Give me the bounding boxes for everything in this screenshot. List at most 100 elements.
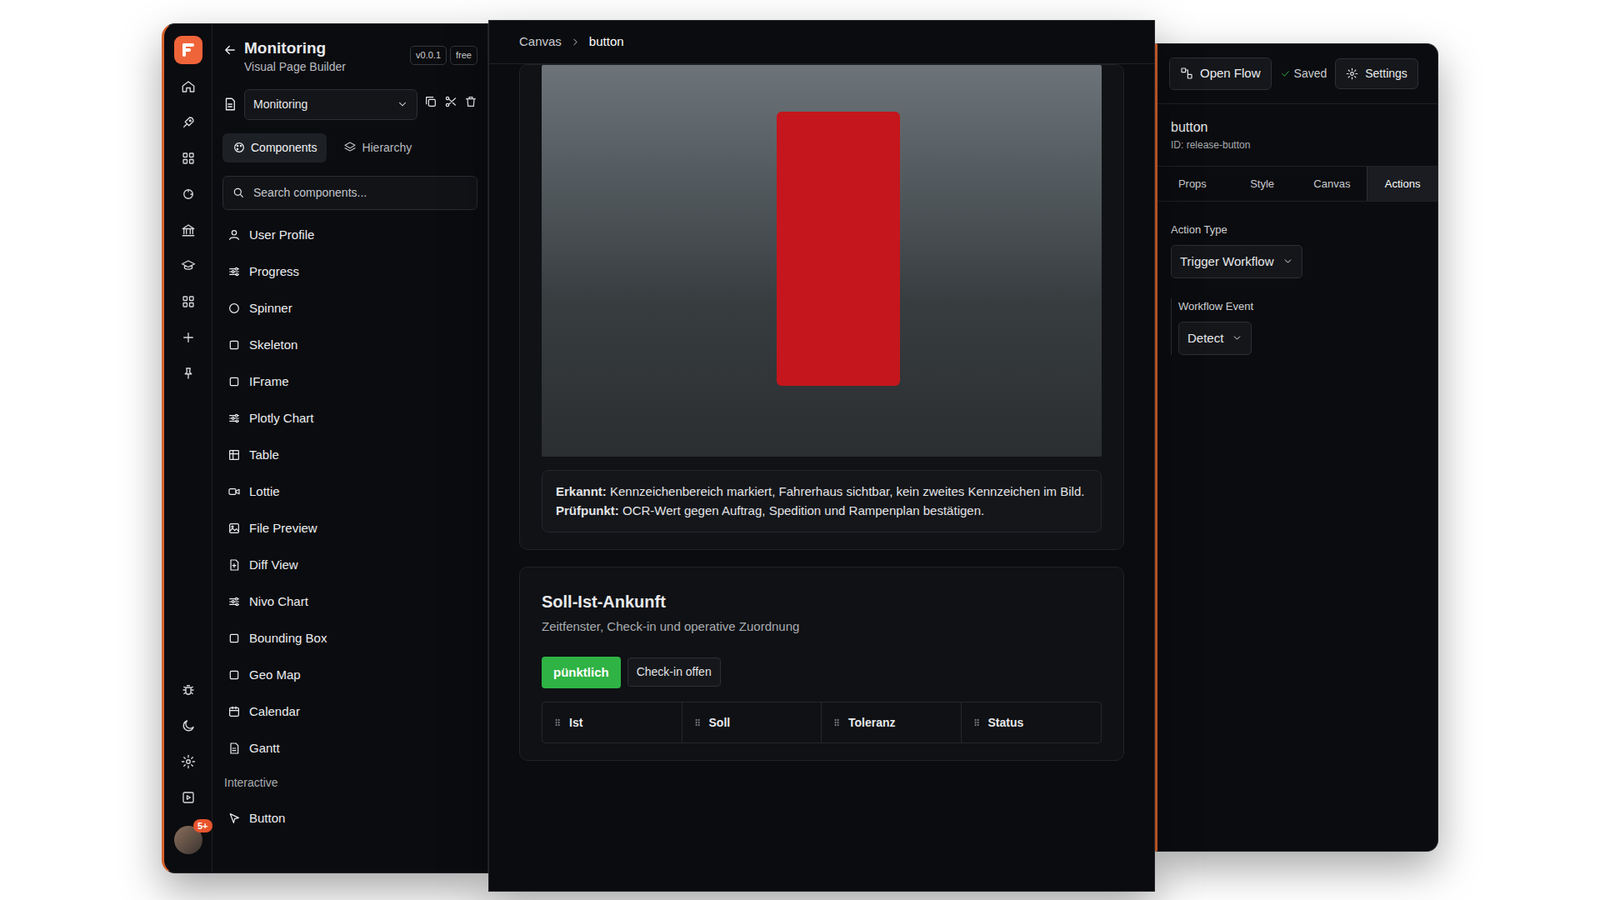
tab-label: Components: [250, 139, 317, 157]
page-subtitle: Visual Page Builder: [244, 58, 404, 76]
panel-tabs: Components Hierarchy: [222, 133, 478, 163]
components-panel: MonitoringVisual Page Builderv0.0.1freeM…: [212, 24, 488, 873]
icon-rail: 5+: [164, 24, 213, 873]
bank-button[interactable]: [180, 222, 196, 244]
component-item[interactable]: IFrame: [222, 363, 478, 400]
status-icon: [180, 186, 196, 202]
back-arrow-icon: [222, 42, 238, 58]
title-block: MonitoringVisual Page Builder: [244, 39, 404, 76]
component-item[interactable]: Button: [222, 800, 478, 837]
home-button[interactable]: [180, 79, 196, 100]
component-label: Bounding Box: [249, 629, 327, 649]
scissors-icon: [444, 95, 458, 109]
page-select[interactable]: Monitoring: [244, 89, 418, 120]
cut-button[interactable]: [444, 94, 458, 115]
preview-button[interactable]: [180, 790, 196, 811]
component-item[interactable]: Gantt: [222, 730, 478, 767]
version-tag: v0.0.1: [410, 45, 447, 65]
property-tabs: PropsStyleCanvasActions: [1157, 166, 1438, 203]
status-badge: pünktlich: [541, 656, 621, 690]
debug-button[interactable]: [180, 682, 196, 704]
debug-icon: [180, 682, 196, 698]
back-button[interactable]: [222, 39, 238, 64]
column-label: Toleranz: [848, 714, 896, 732]
column-label: Status: [988, 714, 1025, 732]
component-item[interactable]: Skeleton: [222, 326, 478, 364]
breadcrumb-item[interactable]: Canvas: [519, 32, 562, 52]
component-item[interactable]: Bounding Box: [222, 620, 478, 657]
notification-badge: 5+: [193, 819, 213, 833]
settings-button[interactable]: Settings: [1335, 58, 1419, 90]
component-label: File Preview: [249, 519, 318, 539]
component-label: Diff View: [249, 555, 299, 575]
learn-button[interactable]: [180, 258, 196, 280]
tags: v0.0.1free: [410, 39, 478, 65]
delete-button[interactable]: [464, 94, 478, 115]
drag-handle-icon: [971, 717, 982, 728]
property-tab[interactable]: Style: [1227, 166, 1298, 202]
status-badge: Check-in offen: [627, 657, 721, 687]
theme-button[interactable]: [180, 718, 196, 740]
component-item[interactable]: Geo Map: [222, 656, 478, 694]
property-tab[interactable]: Props: [1157, 166, 1228, 202]
component-item[interactable]: User Profile: [222, 216, 478, 254]
copy-button[interactable]: [424, 94, 438, 115]
user-avatar[interactable]: 5+: [174, 825, 203, 855]
chevron-down-icon: [1282, 255, 1294, 267]
breadcrumb: Canvas button: [489, 20, 1155, 65]
component-item[interactable]: Progress: [222, 253, 478, 290]
properties-window: Open FlowSavedSettingsbuttonID: release-…: [1155, 43, 1439, 852]
component-item[interactable]: Calendar: [222, 693, 478, 730]
component-icon: [227, 741, 241, 755]
card-subtitle: Zeitfenster, Check-in und operative Zuor…: [541, 617, 1102, 637]
select-value: Detect: [1187, 329, 1224, 349]
rocket-button[interactable]: [180, 115, 196, 136]
gear-button[interactable]: [180, 754, 196, 775]
component-list: User Profile Progress SpinnerSkeletonIFram…: [222, 216, 478, 837]
drag-handle-icon: [552, 717, 563, 728]
palette-icon: [232, 140, 246, 155]
caption-text: Kennzeichenbereich markiert, Fahrerhaus …: [610, 484, 1085, 499]
panel-tab[interactable]: Hierarchy: [333, 133, 422, 163]
open-flow-button[interactable]: Open Flow: [1169, 57, 1272, 90]
panel-tab[interactable]: Components: [222, 133, 327, 163]
component-icon: [227, 375, 241, 389]
pin-button[interactable]: [180, 365, 196, 387]
flow-icon: [1180, 66, 1194, 80]
page-row: Monitoring: [222, 89, 478, 120]
apps-button[interactable]: [180, 150, 196, 172]
logo-icon[interactable]: [174, 35, 203, 65]
tab-label: Hierarchy: [361, 139, 412, 157]
table-header[interactable]: Soll: [682, 702, 823, 743]
plan-tag: free: [450, 45, 478, 65]
status-button[interactable]: [180, 186, 196, 208]
component-label: Progress: [249, 262, 300, 282]
component-label: Button: [249, 809, 285, 829]
field-select[interactable]: Detect: [1178, 321, 1252, 356]
table-header[interactable]: Status: [961, 702, 1102, 743]
component-item[interactable]: Nivo Chart: [222, 583, 478, 620]
component-item[interactable]: Table: [222, 436, 478, 474]
table-header[interactable]: Ist: [542, 702, 683, 743]
component-icon: [227, 228, 241, 242]
card-title: Soll-Ist-Ankunft: [541, 589, 1102, 615]
component-item[interactable]: Lottie: [222, 473, 478, 510]
blocks-button[interactable]: [180, 294, 196, 315]
component-item[interactable]: Diff View: [222, 546, 478, 584]
component-label: Table: [249, 445, 280, 465]
breadcrumb-item[interactable]: button: [589, 32, 625, 52]
property-tab[interactable]: Canvas: [1297, 166, 1368, 202]
field-select[interactable]: Trigger Workflow: [1170, 245, 1303, 280]
component-icon: [227, 265, 241, 279]
add-button[interactable]: [180, 330, 196, 351]
component-item[interactable]: File Preview: [222, 510, 478, 547]
component-item[interactable]: Plotly Chart: [222, 400, 478, 437]
add-icon: [180, 330, 196, 345]
bank-icon: [180, 222, 196, 238]
chevron-down-icon: [1231, 332, 1243, 344]
property-tab[interactable]: Actions: [1366, 166, 1438, 202]
search-input[interactable]: [251, 183, 469, 203]
component-icon: [227, 338, 241, 352]
component-item[interactable]: Spinner: [222, 290, 478, 327]
table-header[interactable]: Toleranz: [821, 702, 962, 743]
